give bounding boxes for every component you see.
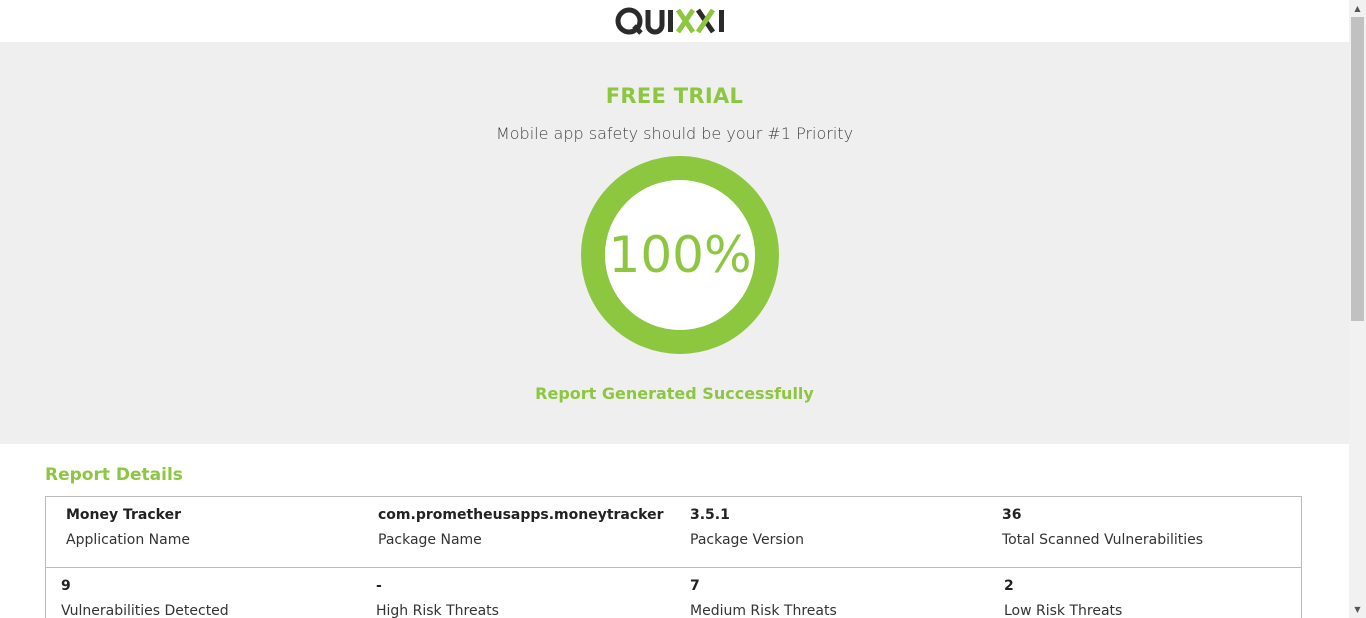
report-details-heading: Report Details [45, 465, 183, 485]
hero-subtitle: Mobile app safety should be your #1 Prio… [495, 124, 854, 143]
hero-title: FREE TRIAL [605, 84, 744, 108]
hero-section: FREE TRIAL Mobile app safety should be y… [0, 42, 1349, 444]
page: FREE TRIAL Mobile app safety should be y… [0, 0, 1349, 618]
details-row: 9 Vulnerabilities Detected - High Risk T… [46, 568, 1301, 618]
package-name-label: Package Name [378, 532, 482, 548]
total-scanned-label: Total Scanned Vulnerabilities [1002, 532, 1204, 548]
high-risk-label: High Risk Threats [376, 603, 499, 618]
report-status: Report Generated Successfully [535, 384, 814, 403]
application-name-value: Money Tracker [66, 507, 182, 523]
medium-risk-label: Medium Risk Threats [690, 603, 837, 618]
progress-ring: 100% [579, 154, 781, 356]
quixxi-logo[interactable] [615, 4, 735, 38]
application-name-label: Application Name [66, 532, 190, 548]
package-version-label: Package Version [690, 532, 804, 548]
package-name-value: com.prometheusapps.moneytracker [378, 507, 664, 523]
report-details-table: Money Tracker Application Name com.prome… [45, 496, 1302, 618]
scroll-down-arrow-icon[interactable]: ▼ [1349, 601, 1366, 618]
package-version-value: 3.5.1 [690, 507, 730, 523]
progress-percentage: 100% [608, 226, 752, 284]
low-risk-label: Low Risk Threats [1004, 603, 1123, 618]
total-scanned-value: 36 [1002, 507, 1022, 523]
medium-risk-value: 7 [690, 578, 700, 594]
scroll-up-arrow-icon[interactable]: ▲ [1349, 0, 1366, 17]
header [0, 0, 1349, 42]
scrollbar-thumb[interactable] [1351, 17, 1364, 321]
low-risk-value: 2 [1004, 578, 1014, 594]
vertical-scrollbar[interactable]: ▲ ▼ [1349, 0, 1366, 618]
vulnerabilities-detected-label: Vulnerabilities Detected [61, 603, 229, 618]
high-risk-value: - [376, 578, 382, 594]
vulnerabilities-detected-value: 9 [61, 578, 71, 594]
details-row: Money Tracker Application Name com.prome… [46, 497, 1301, 568]
